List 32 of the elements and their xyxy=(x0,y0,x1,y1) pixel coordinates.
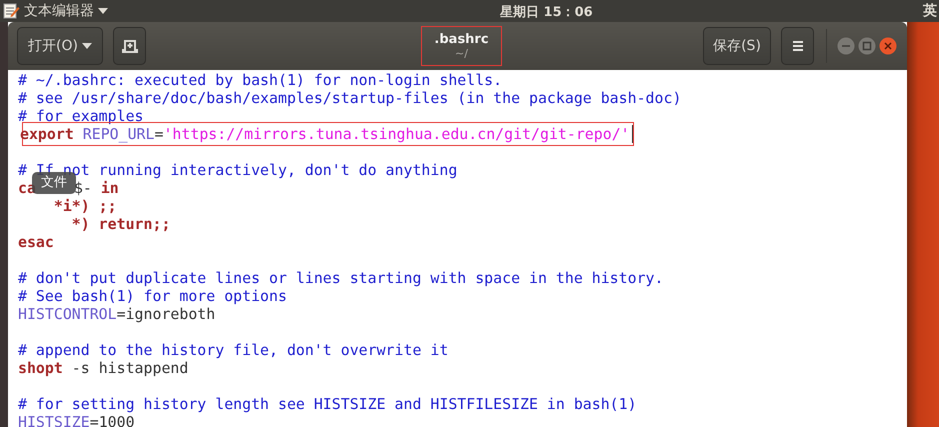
code-line: esac xyxy=(18,233,55,251)
new-tab-icon xyxy=(122,38,138,54)
caret-icon[interactable] xyxy=(98,8,108,14)
code-line: HISTSIZE=1000 xyxy=(18,413,136,427)
window-subtitle: ~/ xyxy=(455,47,468,60)
code-text: in xyxy=(100,179,119,197)
code-line: # append to the history file, don't overwrite it xyxy=(18,341,450,359)
menu-button[interactable] xyxy=(781,27,814,65)
app-menu[interactable]: 文本编辑器 xyxy=(24,2,94,20)
code-line: # for examples xyxy=(18,107,145,125)
code-text: $- xyxy=(74,179,93,197)
maximize-icon[interactable] xyxy=(858,37,876,55)
code-line: # ~/.bashrc: executed by bash(1) for non-login shells. xyxy=(18,71,504,89)
close-icon[interactable] xyxy=(879,37,897,55)
code-line: # see /usr/share/doc/bash/examples/startup-files (in the package bash-doc) xyxy=(18,89,682,107)
notepad-icon xyxy=(2,2,20,20)
window-title: .bashrc xyxy=(434,32,489,47)
code-line: HISTCONTROL=ignoreboth xyxy=(18,305,216,323)
code-line: shopt -s histappend xyxy=(18,359,190,377)
open-button[interactable]: 打开(O) xyxy=(17,27,103,65)
save-button[interactable]: 保存(S) xyxy=(703,27,771,65)
caret-icon xyxy=(82,43,92,49)
code-line: # don't put duplicate lines or lines starting with space in the history. xyxy=(18,269,664,287)
code-line: *i*) ;; xyxy=(52,197,118,215)
code-line: # See bash(1) for more options xyxy=(18,287,288,305)
new-tab-button[interactable] xyxy=(113,27,146,65)
menu-icon xyxy=(792,40,804,52)
clock[interactable]: 星期日 15：06 xyxy=(500,3,593,21)
code-line: # for setting history length see HISTSIZE and HISTFILESIZE in bash(1) xyxy=(18,395,638,413)
code-line: *) return;; xyxy=(70,215,172,233)
minimize-icon[interactable] xyxy=(837,37,855,55)
input-method-indicator[interactable]: 英 xyxy=(923,2,937,20)
